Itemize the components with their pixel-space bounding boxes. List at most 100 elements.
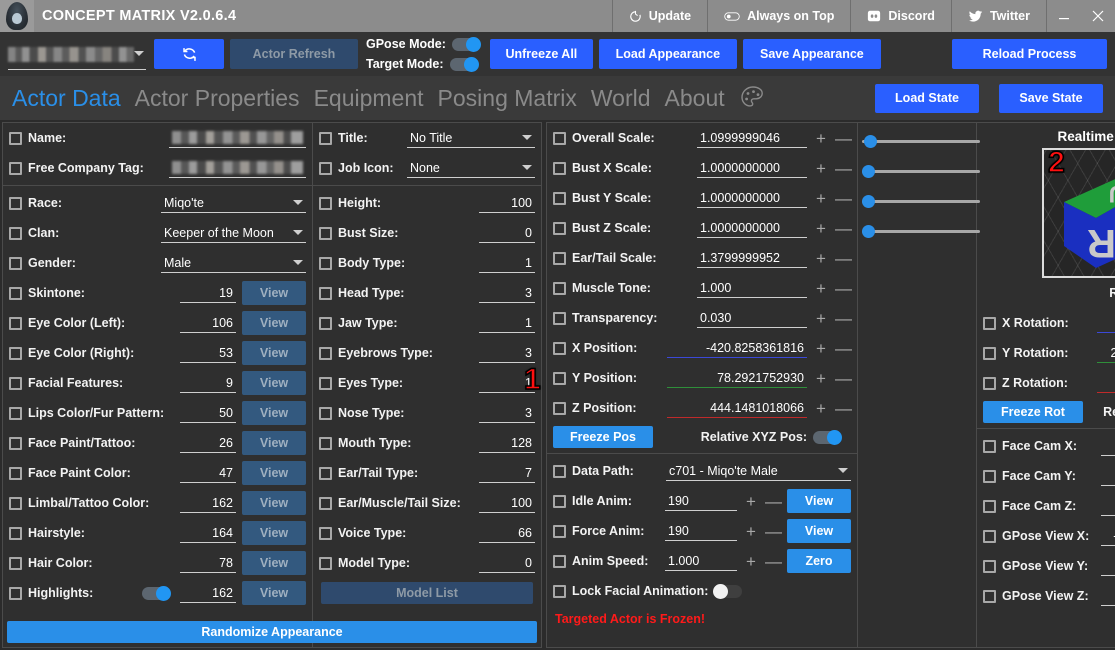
ear-tail-type-checkbox[interactable] — [319, 466, 332, 480]
overall-scale-decrement[interactable]: — — [835, 130, 852, 147]
gpose-view-x-input[interactable]: -420.767578125 — [1101, 526, 1115, 546]
anim-speed-increment[interactable]: + — [743, 553, 759, 570]
face-cam-z-checkbox[interactable] — [983, 499, 996, 513]
muscle-tone-checkbox[interactable] — [553, 281, 566, 295]
transparency-input[interactable]: 0.030 — [697, 308, 807, 328]
highlights-checkbox[interactable] — [9, 586, 22, 600]
race-dropdown[interactable]: Miqo'te — [161, 193, 306, 213]
transparency-increment[interactable]: + — [813, 310, 829, 327]
head-type-input[interactable]: 3 — [479, 283, 535, 303]
overall-scale-slider[interactable] — [862, 131, 980, 151]
limbal-color-view-button[interactable]: View — [242, 491, 306, 515]
hairstyle-input[interactable]: 164 — [180, 523, 236, 543]
skintone-checkbox[interactable] — [9, 286, 22, 300]
eye-color-left-input[interactable]: 106 — [180, 313, 236, 333]
z-position-checkbox[interactable] — [553, 401, 566, 415]
x-position-input[interactable]: -420.8258361816 — [667, 338, 807, 358]
overall-scale-input[interactable]: 1.0999999046 — [697, 128, 807, 148]
title-dropdown[interactable]: No Title — [407, 128, 535, 148]
relative-xyz-pos-toggle[interactable] — [813, 429, 842, 445]
bust-y-scale-slider[interactable] — [862, 191, 980, 211]
bust-y-scale-increment[interactable]: + — [813, 190, 829, 207]
z-rotation-checkbox[interactable] — [983, 376, 996, 390]
y-rotation-checkbox[interactable] — [983, 346, 996, 360]
ear-muscle-tail-size-input[interactable]: 100 — [479, 493, 535, 513]
limbal-color-input[interactable]: 162 — [180, 493, 236, 513]
face-cam-y-input[interactable]: 76.5445709229 — [1101, 466, 1115, 486]
eye-color-left-checkbox[interactable] — [9, 316, 22, 330]
free-company-checkbox[interactable] — [9, 161, 22, 175]
eye-color-right-checkbox[interactable] — [9, 346, 22, 360]
target-mode-toggle[interactable] — [449, 56, 479, 72]
model-type-input[interactable]: 0 — [479, 553, 535, 573]
gpose-view-y-input[interactable]: 75.4001617432 — [1101, 556, 1115, 576]
muscle-tone-input[interactable]: 1.000 — [697, 278, 807, 298]
hair-color-view-button[interactable]: View — [242, 551, 306, 575]
bust-z-scale-slider[interactable] — [862, 221, 980, 241]
force-anim-increment[interactable]: + — [743, 523, 759, 540]
facial-features-checkbox[interactable] — [9, 376, 22, 390]
freeze-pos-button[interactable]: Freeze Pos — [553, 426, 653, 448]
bust-size-input[interactable]: 0 — [479, 223, 535, 243]
ear-tail-scale-input[interactable]: 1.3799999952 — [697, 248, 807, 268]
overall-scale-increment[interactable]: + — [813, 130, 829, 147]
ear-tail-scale-checkbox[interactable] — [553, 251, 566, 265]
force-anim-view-button[interactable]: View — [787, 519, 851, 543]
head-type-checkbox[interactable] — [319, 286, 332, 300]
face-paint-color-view-button[interactable]: View — [242, 461, 306, 485]
voice-type-checkbox[interactable] — [319, 526, 332, 540]
close-button[interactable] — [1081, 0, 1115, 32]
x-position-checkbox[interactable] — [553, 341, 566, 355]
model-type-checkbox[interactable] — [319, 556, 332, 570]
hairstyle-view-button[interactable]: View — [242, 521, 306, 545]
minimize-button[interactable] — [1047, 0, 1081, 32]
y-position-increment[interactable]: + — [813, 370, 829, 387]
hair-color-input[interactable]: 78 — [180, 553, 236, 573]
z-position-input[interactable]: 444.1481018066 — [667, 398, 807, 418]
twitter-button[interactable]: Twitter — [950, 0, 1046, 32]
eye-color-right-input[interactable]: 53 — [180, 343, 236, 363]
transparency-decrement[interactable]: — — [835, 310, 852, 327]
rotation-cube-widget[interactable]: U R S 2 — [1042, 148, 1115, 278]
voice-type-input[interactable]: 66 — [479, 523, 535, 543]
eyebrows-type-checkbox[interactable] — [319, 346, 332, 360]
face-paint-checkbox[interactable] — [9, 436, 22, 450]
race-checkbox[interactable] — [9, 196, 22, 210]
anim-speed-zero-button[interactable]: Zero — [787, 549, 851, 573]
job-icon-dropdown[interactable]: None — [407, 158, 535, 178]
lips-color-input[interactable]: 50 — [180, 403, 236, 423]
gpose-view-y-checkbox[interactable] — [983, 559, 996, 573]
z-rotation-input[interactable]: 0.0000000000 — [1097, 373, 1115, 393]
clan-dropdown[interactable]: Keeper of the Moon — [161, 223, 306, 243]
hairstyle-checkbox[interactable] — [9, 526, 22, 540]
gender-checkbox[interactable] — [9, 256, 22, 270]
gpose-view-z-checkbox[interactable] — [983, 589, 996, 603]
z-position-decrement[interactable]: — — [835, 400, 852, 417]
height-input[interactable]: 100 — [479, 193, 535, 213]
ear-tail-scale-decrement[interactable]: — — [835, 250, 852, 267]
face-paint-input[interactable]: 26 — [180, 433, 236, 453]
actor-select-dropdown[interactable] — [8, 46, 146, 70]
load-appearance-button[interactable]: Load Appearance — [598, 39, 737, 69]
save-appearance-button[interactable]: Save Appearance — [742, 39, 881, 69]
tab-actor-properties[interactable]: Actor Properties — [135, 85, 300, 112]
bust-x-scale-increment[interactable]: + — [813, 160, 829, 177]
tab-actor-data[interactable]: Actor Data — [12, 85, 121, 112]
x-position-increment[interactable]: + — [813, 340, 829, 357]
model-list-button[interactable]: Model List — [321, 582, 533, 604]
lips-color-checkbox[interactable] — [9, 406, 22, 420]
tab-equipment[interactable]: Equipment — [314, 85, 424, 112]
face-cam-z-input[interactable]: 445.320770263 — [1101, 496, 1115, 516]
lock-facial-checkbox[interactable] — [553, 584, 566, 598]
lock-facial-toggle[interactable] — [713, 583, 743, 599]
save-state-button[interactable]: Save State — [999, 83, 1103, 113]
data-path-checkbox[interactable] — [553, 464, 566, 478]
eyebrows-type-input[interactable]: 3 — [479, 343, 535, 363]
bust-z-scale-decrement[interactable]: — — [835, 220, 852, 237]
bust-z-scale-input[interactable]: 1.0000000000 — [697, 218, 807, 238]
face-cam-x-checkbox[interactable] — [983, 439, 996, 453]
idle-anim-view-button[interactable]: View — [787, 489, 851, 513]
anim-speed-input[interactable]: 1.000 — [665, 551, 737, 571]
face-cam-x-input[interactable]: -423.60769653 — [1101, 436, 1115, 456]
force-anim-input[interactable]: 190 — [665, 521, 737, 541]
